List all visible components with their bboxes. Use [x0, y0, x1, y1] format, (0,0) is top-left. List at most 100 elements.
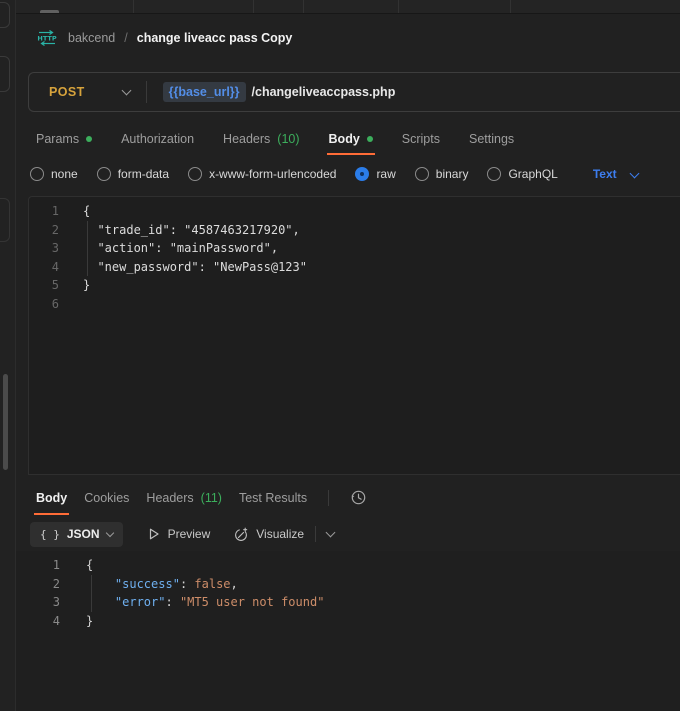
sidebar-fragment [0, 198, 10, 242]
history-clock-icon [350, 489, 367, 506]
line-number: 6 [29, 295, 59, 314]
tab-label: Scripts [402, 132, 440, 146]
response-tab-body[interactable]: Body [36, 480, 67, 515]
tab-label: Params [36, 132, 79, 146]
workspace-tab-strip[interactable] [16, 0, 680, 14]
tab-label: Body [36, 491, 67, 505]
preview-button[interactable]: Preview [147, 527, 211, 541]
tab-divider [510, 0, 511, 13]
status-dot [86, 136, 92, 142]
tab-settings[interactable]: Settings [469, 122, 514, 155]
code-line-content: "success": false, [60, 575, 238, 594]
mode-label: binary [436, 167, 469, 181]
radio-icon[interactable] [188, 167, 202, 181]
language-dropdown[interactable]: Text [593, 167, 638, 181]
body-mode-selector: none form-data x-www-form-urlencoded raw… [16, 156, 680, 192]
active-tab-fragment [40, 10, 59, 13]
visualize-button[interactable]: Visualize [234, 527, 304, 542]
line-number: 1 [16, 556, 60, 575]
mode-label: form-data [118, 167, 169, 181]
mode-raw[interactable]: raw [355, 167, 395, 181]
response-tab-cookies[interactable]: Cookies [84, 480, 129, 515]
headers-count: (11) [201, 491, 222, 505]
sidebar-fragment [0, 56, 10, 92]
code-line-content [59, 295, 83, 314]
code-line-content: "action": "mainPassword", [59, 239, 278, 258]
code-line: 2 "trade_id": "4587463217920", [29, 221, 680, 240]
chevron-down-icon [105, 529, 113, 537]
request-tabs: Params Authorization Headers (10) Body S… [16, 122, 680, 155]
response-tab-headers[interactable]: Headers (11) [146, 480, 222, 515]
tab-divider [133, 0, 134, 13]
tab-body[interactable]: Body [329, 122, 373, 155]
tab-label: Cookies [84, 491, 129, 505]
radio-icon[interactable] [97, 167, 111, 181]
tab-label: Test Results [239, 491, 307, 505]
code-line: 4} [16, 612, 680, 631]
tab-label: Body [329, 132, 360, 146]
code-line: 1{ [29, 202, 680, 221]
divider [328, 490, 329, 506]
response-body-viewer[interactable]: 1{2 "success": false,3 "error": "MT5 use… [16, 551, 680, 711]
request-body-editor[interactable]: 1{2 "trade_id": "4587463217920",3 "actio… [28, 196, 680, 475]
breadcrumb: HTTP bakcend / change liveacc pass Copy [16, 14, 680, 62]
line-number: 2 [29, 221, 59, 240]
response-toolbar: { } JSON Preview Visualize [16, 519, 680, 549]
line-number: 3 [29, 239, 59, 258]
language-label: Text [593, 167, 617, 181]
tab-scripts[interactable]: Scripts [402, 122, 440, 155]
collapsed-sidebar[interactable] [0, 0, 16, 711]
preview-label: Preview [168, 527, 211, 541]
radio-icon[interactable] [30, 167, 44, 181]
response-format-dropdown[interactable]: { } JSON [30, 522, 123, 547]
sidebar-scrollbar[interactable] [3, 374, 8, 470]
code-line: 3 "error": "MT5 user not found" [16, 593, 680, 612]
mode-none[interactable]: none [30, 167, 78, 181]
braces-icon: { } [40, 528, 60, 541]
env-variable-chip[interactable]: {{base_url}} [163, 82, 246, 102]
tab-headers[interactable]: Headers (10) [223, 122, 299, 155]
svg-text:HTTP: HTTP [37, 35, 56, 43]
code-line: 6 [29, 295, 680, 314]
tab-authorization[interactable]: Authorization [121, 122, 194, 155]
tab-label: Authorization [121, 132, 194, 146]
divider [146, 81, 147, 103]
code-line: 5} [29, 276, 680, 295]
code-line-content: { [59, 202, 90, 221]
sidebar-fragment [0, 2, 10, 28]
radio-icon[interactable] [487, 167, 501, 181]
line-number: 2 [16, 575, 60, 594]
mode-graphql[interactable]: GraphQL [487, 167, 557, 181]
tab-label: Settings [469, 132, 514, 146]
code-line-content: } [60, 612, 93, 631]
response-history-button[interactable] [350, 489, 367, 506]
tab-label: Headers [223, 132, 270, 146]
code-line: 3 "action": "mainPassword", [29, 239, 680, 258]
radio-icon[interactable] [415, 167, 429, 181]
tab-divider [253, 0, 254, 13]
url-input[interactable]: /changeliveaccpass.php [252, 85, 396, 99]
chevron-down-icon [629, 168, 639, 178]
status-dot [367, 136, 373, 142]
mode-x-www-form-urlencoded[interactable]: x-www-form-urlencoded [188, 167, 336, 181]
mode-form-data[interactable]: form-data [97, 167, 169, 181]
mode-binary[interactable]: binary [415, 167, 469, 181]
tab-params[interactable]: Params [36, 122, 92, 155]
line-number: 1 [29, 202, 59, 221]
mode-label: x-www-form-urlencoded [209, 167, 336, 181]
radio-selected-icon[interactable] [355, 167, 369, 181]
request-name[interactable]: change liveacc pass Copy [137, 31, 293, 45]
response-tab-test-results[interactable]: Test Results [239, 480, 307, 515]
method-selector[interactable]: POST [49, 85, 85, 99]
tab-divider [303, 0, 304, 13]
mode-label: raw [376, 167, 395, 181]
tab-divider [398, 0, 399, 13]
code-line-content: } [59, 276, 90, 295]
code-line-content: "error": "MT5 user not found" [60, 593, 324, 612]
code-line-content: "trade_id": "4587463217920", [59, 221, 300, 240]
code-line: 4 "new_password": "NewPass@123" [29, 258, 680, 277]
collection-name[interactable]: bakcend [68, 31, 115, 45]
chevron-down-icon[interactable] [326, 528, 336, 538]
code-line: 2 "success": false, [16, 575, 680, 594]
chevron-down-icon[interactable] [121, 86, 131, 96]
